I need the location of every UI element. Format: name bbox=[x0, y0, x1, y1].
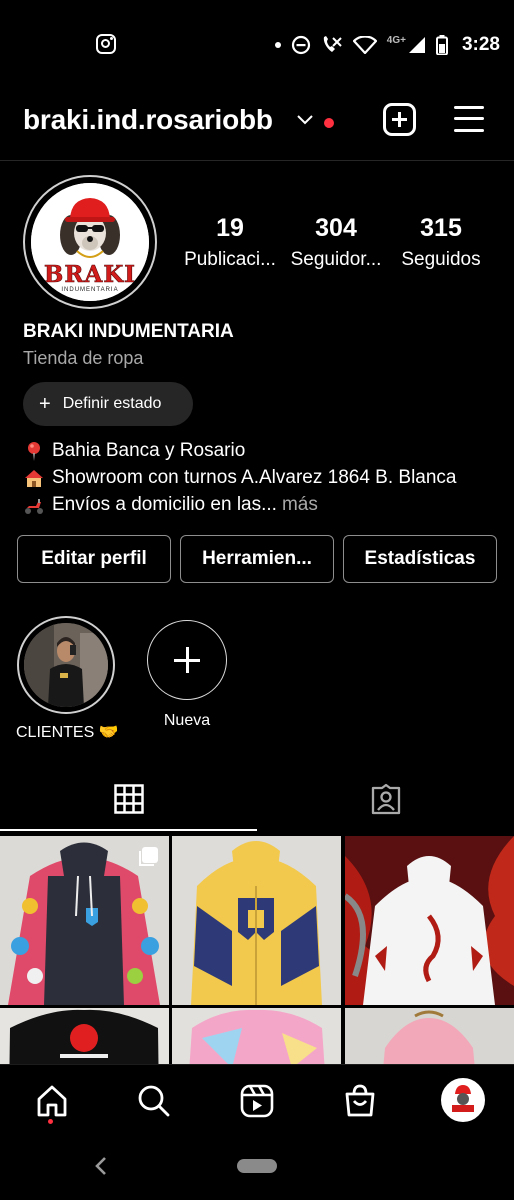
house-icon bbox=[23, 467, 45, 489]
logo-subtext: INDUMENTARIA bbox=[61, 287, 119, 293]
tools-button[interactable]: Herramien... bbox=[180, 535, 334, 583]
post-thumbnail[interactable] bbox=[172, 836, 341, 1005]
instagram-icon bbox=[96, 34, 116, 54]
wifi-calling-icon bbox=[323, 36, 342, 52]
highlight-cover bbox=[24, 623, 108, 707]
highlight-label: Nueva bbox=[163, 712, 211, 729]
stat-value: 315 bbox=[420, 214, 462, 242]
post-thumbnail[interactable] bbox=[345, 1008, 514, 1066]
dot-icon bbox=[274, 42, 281, 48]
set-status-button[interactable]: + Definir estado bbox=[23, 382, 193, 426]
nav-home[interactable] bbox=[30, 1079, 74, 1123]
stat-value: 19 bbox=[216, 214, 244, 242]
nav-reels[interactable] bbox=[235, 1079, 279, 1123]
plus-icon bbox=[147, 620, 227, 700]
nav-search[interactable] bbox=[132, 1079, 176, 1123]
system-navigation-bar bbox=[0, 1134, 514, 1200]
stat-following[interactable]: 315 Seguidos bbox=[391, 214, 491, 271]
stat-value: 304 bbox=[315, 214, 357, 242]
logo-text: BRAKI bbox=[43, 261, 137, 289]
bio-text: Bahia Banca y Rosario bbox=[52, 440, 246, 461]
home-handle[interactable] bbox=[237, 1159, 277, 1173]
highlight-new[interactable]: Nueva bbox=[137, 616, 237, 730]
nav-shop[interactable] bbox=[338, 1079, 382, 1123]
bio-text: Showroom con turnos A.Alvarez 1864 B. Bl… bbox=[52, 467, 457, 488]
home-notification-dot bbox=[48, 1119, 53, 1124]
chevron-down-icon[interactable] bbox=[296, 114, 314, 126]
header-divider bbox=[0, 160, 514, 161]
tagged-icon bbox=[371, 783, 400, 815]
set-status-label: Definir estado bbox=[62, 395, 162, 412]
post-thumbnail[interactable] bbox=[0, 1008, 169, 1066]
profile-avatar bbox=[441, 1078, 485, 1122]
status-bar: 4G+ 3:28 bbox=[0, 0, 514, 90]
edit-profile-button[interactable]: Editar perfil bbox=[17, 535, 171, 583]
grid-icon bbox=[113, 784, 144, 814]
multiple-posts-icon bbox=[139, 847, 158, 866]
profile-avatar-ring[interactable]: BRAKI INDUMENTARIA bbox=[23, 175, 157, 309]
wifi-icon bbox=[352, 36, 377, 54]
stat-label: Seguidor... bbox=[290, 249, 382, 270]
plus-icon: + bbox=[39, 393, 51, 415]
bottom-navigation bbox=[0, 1064, 514, 1134]
bio-line: Bahia Banca y Rosario bbox=[23, 440, 245, 462]
stat-label: Publicaci... bbox=[184, 249, 276, 270]
profile-name: BRAKI INDUMENTARIA bbox=[23, 321, 234, 342]
tab-grid[interactable] bbox=[0, 768, 257, 830]
profile-header: braki.ind.rosariobb bbox=[0, 96, 514, 152]
menu-icon[interactable] bbox=[454, 105, 484, 133]
clock: 3:28 bbox=[461, 34, 500, 55]
signal-icon bbox=[408, 37, 425, 53]
stat-posts[interactable]: 19 Publicaci... bbox=[180, 214, 280, 271]
profile-category: Tienda de ropa bbox=[23, 348, 144, 368]
nav-profile[interactable] bbox=[440, 1077, 486, 1123]
back-icon[interactable] bbox=[94, 1156, 108, 1176]
bio-more-link[interactable]: más bbox=[282, 494, 318, 516]
highlight-label: CLIENTES 🤝 bbox=[16, 724, 119, 741]
dnd-icon bbox=[291, 35, 310, 55]
bio-text: Envíos a domicilio en las... bbox=[52, 494, 277, 515]
post-thumbnail[interactable] bbox=[172, 1008, 341, 1066]
stat-followers[interactable]: 304 Seguidor... bbox=[286, 214, 386, 271]
bio-line: Showroom con turnos A.Alvarez 1864 B. Bl… bbox=[23, 467, 457, 489]
notification-dot bbox=[324, 118, 334, 128]
network-type: 4G+ bbox=[386, 34, 406, 46]
search-icon bbox=[138, 1085, 170, 1117]
status-icons: 4G+ 3:28 bbox=[274, 32, 500, 58]
account-switcher[interactable]: braki.ind.rosariobb bbox=[23, 104, 273, 136]
stat-label: Seguidos bbox=[401, 249, 481, 270]
post-thumbnail[interactable] bbox=[0, 836, 169, 1005]
highlight-clientes[interactable]: CLIENTES 🤝 bbox=[16, 616, 119, 742]
reels-icon bbox=[240, 1084, 274, 1118]
battery-icon bbox=[435, 35, 448, 55]
post-thumbnail[interactable] bbox=[345, 836, 514, 1005]
tab-tagged[interactable] bbox=[257, 768, 514, 830]
new-post-icon[interactable] bbox=[383, 103, 416, 136]
profile-avatar: BRAKI INDUMENTARIA bbox=[31, 183, 149, 301]
home-icon bbox=[37, 1085, 67, 1117]
pin-icon bbox=[23, 440, 45, 462]
insights-button[interactable]: Estadísticas bbox=[343, 535, 497, 583]
bio-line: Envíos a domicilio en las... más bbox=[23, 494, 318, 516]
shop-icon bbox=[345, 1084, 375, 1117]
active-tab-indicator bbox=[0, 829, 257, 831]
posts-grid bbox=[0, 836, 514, 1066]
highlight-ring bbox=[17, 616, 115, 714]
scooter-icon bbox=[23, 494, 45, 516]
